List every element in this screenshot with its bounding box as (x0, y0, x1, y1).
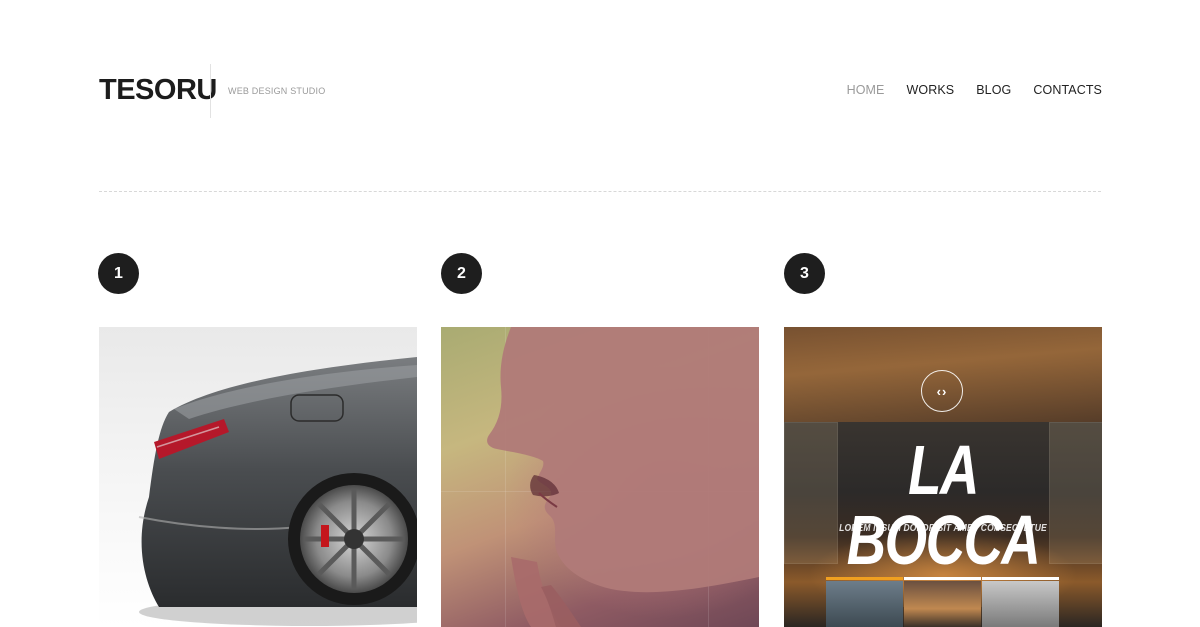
site-header: TESORU WEB DESIGN STUDIO HOME WORKS BLOG… (99, 64, 1102, 120)
slider-indicator[interactable] (904, 577, 981, 580)
item-number-badge: 2 (441, 253, 482, 294)
nav-blog[interactable]: BLOG (976, 83, 1011, 97)
nav-contacts[interactable]: CONTACTS (1033, 83, 1102, 97)
slider-indicator-active[interactable] (826, 577, 903, 580)
nav-works[interactable]: WORKS (907, 83, 955, 97)
slider-indicator[interactable] (982, 577, 1059, 580)
site-logo[interactable]: TESORU (99, 74, 217, 107)
site-tagline: WEB DESIGN STUDIO (228, 86, 326, 96)
item-number-badge: 3 (784, 253, 825, 294)
slider-thumbnail[interactable] (826, 581, 903, 627)
face-image (487, 327, 759, 627)
code-icon[interactable]: ‹› (921, 370, 963, 412)
la-bocca-subtitle: LOREM IPSUM DOLOR SIT AMET CONSECTETUE (839, 523, 1047, 534)
main-nav: HOME WORKS BLOG CONTACTS (825, 83, 1102, 97)
slider-thumbnail[interactable] (982, 581, 1059, 627)
car-image (138, 357, 417, 626)
portfolio-item-face[interactable] (441, 327, 759, 627)
header-divider (99, 191, 1101, 192)
logo-divider (210, 64, 211, 118)
la-bocca-title: LA BOCCA (846, 431, 1041, 579)
nav-home[interactable]: HOME (847, 83, 885, 97)
portfolio-item-la-bocca[interactable]: ‹› LA BOCCA LOREM IPSUM DOLOR SIT AMET C… (784, 327, 1102, 627)
slider-thumbnail[interactable] (904, 581, 981, 627)
portfolio-item-car[interactable] (99, 327, 417, 627)
item-number-badge: 1 (98, 253, 139, 294)
